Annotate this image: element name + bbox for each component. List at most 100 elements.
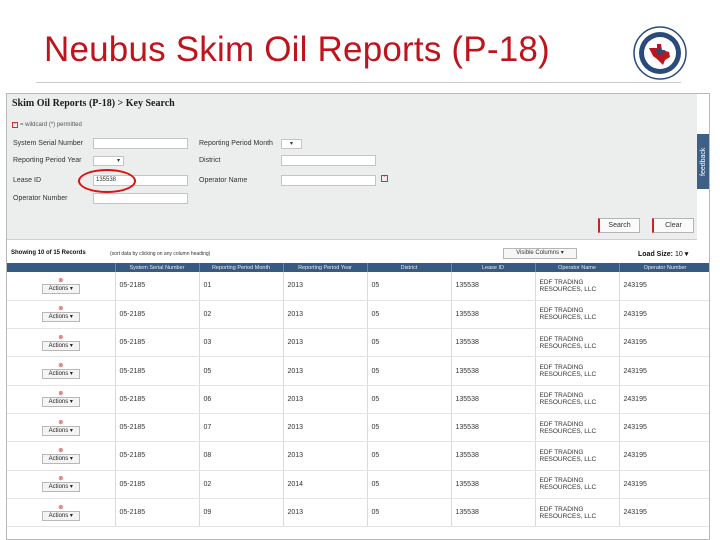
column-header-month[interactable]: Reporting Period Month bbox=[199, 263, 284, 272]
lease-id-cell: 135538 bbox=[451, 498, 536, 528]
operator-name-line-1: EDF TRADING bbox=[539, 335, 584, 343]
operator-name-input[interactable] bbox=[281, 175, 376, 186]
results-toolbar: Showing 10 of 15 Records (sort data by c… bbox=[7, 244, 709, 261]
operator-name-line-1: EDF TRADING bbox=[539, 420, 584, 428]
table-row: ⊗ Actions ▾ 05-2185 05 2013 05 135538 EDF… bbox=[7, 356, 709, 386]
column-header-lease-id[interactable]: Lease ID bbox=[451, 263, 536, 272]
actions-button[interactable]: Actions ▾ bbox=[41, 453, 80, 464]
year-cell: 2013 bbox=[283, 300, 368, 330]
actions-cell: ⊗ Actions ▾ bbox=[7, 300, 116, 330]
year-cell: 2013 bbox=[283, 413, 368, 443]
table-row: ⊗ Actions ▾ 05-2185 02 2013 05 135538 EDF… bbox=[7, 300, 709, 330]
operator-name-cell: EDF TRADING RESOURCES, LLC bbox=[535, 272, 620, 301]
district-input[interactable] bbox=[281, 155, 376, 166]
actions-button-label: Actions bbox=[48, 484, 69, 491]
month-cell: 08 bbox=[199, 441, 284, 471]
lease-id-cell: 135538 bbox=[451, 413, 536, 443]
actions-button-label: Actions bbox=[48, 455, 69, 462]
actions-button-label: Actions bbox=[48, 285, 69, 292]
lease-id-cell: 135538 bbox=[451, 441, 536, 471]
actions-cell: ⊗ Actions ▾ bbox=[7, 328, 116, 358]
year-cell: 2013 bbox=[283, 441, 368, 471]
table-row: ⊗ Actions ▾ 05-2185 06 2013 05 135538 EDF… bbox=[7, 385, 709, 414]
operator-number-cell: 243195 bbox=[619, 356, 709, 386]
actions-button[interactable]: Actions ▾ bbox=[41, 510, 80, 521]
load-size-select[interactable]: 10 bbox=[675, 251, 683, 258]
operator-name-line-1: EDF TRADING bbox=[539, 278, 584, 286]
wildcard-note: * = wildcard (*) permitted bbox=[12, 122, 82, 128]
operator-name-line-2: RESOURCES, LLC bbox=[539, 455, 597, 463]
reporting-period-year-select[interactable]: ▾ bbox=[93, 156, 124, 166]
actions-button[interactable]: Actions ▾ bbox=[41, 340, 80, 351]
month-cell: 01 bbox=[199, 272, 284, 301]
column-header-operator-name[interactable]: Operator Name bbox=[535, 263, 620, 272]
load-size: Load Size: 10 ▾ bbox=[638, 250, 688, 258]
operator-name-cell: EDF TRADING RESOURCES, LLC bbox=[535, 356, 620, 386]
visible-columns-button[interactable]: Visible Columns ▾ bbox=[503, 248, 577, 259]
column-header-serial[interactable]: System Serial Number bbox=[115, 263, 200, 272]
month-cell: 03 bbox=[199, 328, 284, 358]
actions-cell: ⊗ Actions ▾ bbox=[7, 441, 116, 471]
month-cell: 06 bbox=[199, 385, 284, 414]
asterisk-icon: * bbox=[12, 122, 18, 128]
actions-cell: ⊗ Actions ▾ bbox=[7, 413, 116, 443]
operator-name-cell: EDF TRADING RESOURCES, LLC bbox=[535, 300, 620, 330]
district-cell: 05 bbox=[367, 498, 452, 528]
operator-name-cell: EDF TRADING RESOURCES, LLC bbox=[535, 328, 620, 358]
lease-id-cell: 135538 bbox=[451, 385, 536, 414]
district-cell: 05 bbox=[367, 272, 452, 301]
month-cell: 05 bbox=[199, 356, 284, 386]
column-header-district[interactable]: District bbox=[367, 263, 452, 272]
clear-button[interactable]: Clear bbox=[652, 218, 694, 233]
actions-button[interactable]: Actions ▾ bbox=[41, 425, 80, 436]
asterisk-icon: * bbox=[381, 175, 388, 182]
district-cell: 05 bbox=[367, 385, 452, 414]
operator-name-line-2: RESOURCES, LLC bbox=[539, 314, 597, 322]
actions-button-label: Actions bbox=[48, 371, 69, 378]
actions-button[interactable]: Actions ▾ bbox=[41, 312, 80, 323]
lease-id-cell: 135538 bbox=[451, 272, 536, 301]
district-cell: 05 bbox=[367, 441, 452, 471]
serial-cell: 05-2185 bbox=[115, 385, 200, 414]
operator-name-line-2: RESOURCES, LLC bbox=[539, 512, 597, 520]
month-cell: 02 bbox=[199, 300, 284, 330]
slide: Neubus Skim Oil Reports (P-18) Skim Oil … bbox=[0, 0, 720, 540]
search-button[interactable]: Search bbox=[598, 218, 640, 233]
feedback-tab[interactable]: feedback bbox=[697, 134, 709, 189]
results-body: ⊗ Actions ▾ 05-2185 01 2013 05 135538 EDF… bbox=[7, 272, 709, 528]
operator-name-cell: EDF TRADING RESOURCES, LLC bbox=[535, 470, 620, 499]
year-cell: 2014 bbox=[283, 470, 368, 499]
system-serial-number-input[interactable] bbox=[93, 138, 188, 149]
operator-number-input[interactable] bbox=[93, 193, 188, 204]
operator-number-cell: 243195 bbox=[619, 385, 709, 414]
operator-name-cell: EDF TRADING RESOURCES, LLC bbox=[535, 498, 620, 528]
actions-cell: ⊗ Actions ▾ bbox=[7, 498, 116, 528]
reporting-period-month-select[interactable]: ▾ bbox=[281, 139, 302, 149]
serial-cell: 05-2185 bbox=[115, 498, 200, 528]
column-header-year[interactable]: Reporting Period Year bbox=[283, 263, 368, 272]
operator-number-cell: 243195 bbox=[619, 328, 709, 358]
chevron-down-icon: ▾ bbox=[684, 251, 689, 258]
year-cell: 2013 bbox=[283, 385, 368, 414]
operator-name-line-2: RESOURCES, LLC bbox=[539, 371, 597, 379]
actions-button[interactable]: Actions ▾ bbox=[41, 482, 80, 493]
table-row: ⊗ Actions ▾ 05-2185 02 2014 05 135538 EDF… bbox=[7, 470, 709, 499]
lease-id-cell: 135538 bbox=[451, 328, 536, 358]
actions-button[interactable]: Actions ▾ bbox=[41, 283, 80, 294]
column-header-operator-number[interactable]: Operator Number bbox=[619, 263, 709, 272]
title-divider bbox=[36, 82, 681, 83]
district-cell: 05 bbox=[367, 470, 452, 499]
serial-cell: 05-2185 bbox=[115, 441, 200, 471]
operator-name-cell: EDF TRADING RESOURCES, LLC bbox=[535, 385, 620, 414]
actions-button-label: Actions bbox=[48, 512, 69, 519]
actions-button[interactable]: Actions ▾ bbox=[41, 397, 80, 408]
lease-id-cell: 135538 bbox=[451, 300, 536, 330]
lease-id-cell: 135538 bbox=[451, 356, 536, 386]
actions-button-label: Actions bbox=[48, 399, 69, 406]
actions-button[interactable]: Actions ▾ bbox=[41, 369, 80, 380]
serial-cell: 05-2185 bbox=[115, 272, 200, 301]
operator-name-line-1: EDF TRADING bbox=[539, 505, 584, 513]
operator-name-line-2: RESOURCES, LLC bbox=[539, 484, 597, 492]
serial-cell: 05-2185 bbox=[115, 300, 200, 330]
table-row: ⊗ Actions ▾ 05-2185 07 2013 05 135538 EDF… bbox=[7, 413, 709, 443]
